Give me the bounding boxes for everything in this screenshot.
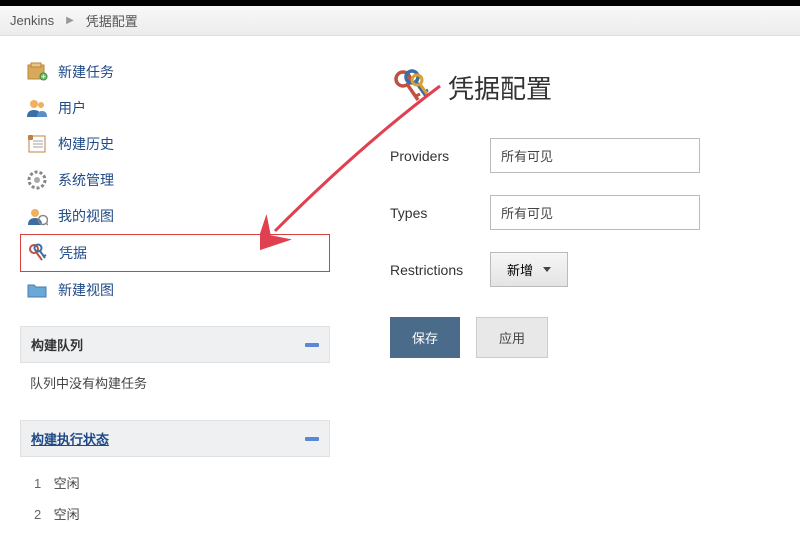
gear-icon [26,169,48,191]
sidebar-item-system-config[interactable]: 系统管理 [20,162,330,198]
sidebar-item-users[interactable]: 用户 [20,90,330,126]
types-row: Types 所有可见 [390,195,770,230]
collapse-icon[interactable] [305,437,319,441]
build-queue-panel-header: 构建队列 [20,326,330,363]
executor-status: 空闲 [54,507,80,522]
apply-button[interactable]: 应用 [476,317,548,358]
sidebar-item-new-view[interactable]: 新建视图 [20,272,330,308]
restrictions-add-dropdown[interactable]: 新增 [490,252,568,287]
dropdown-label: 新增 [507,260,533,279]
sidebar-item-label: 凭据 [59,243,87,263]
history-icon [26,133,48,155]
collapse-icon[interactable] [305,343,319,347]
save-button[interactable]: 保存 [390,317,460,358]
providers-label: Providers [390,148,490,164]
sidebar-item-label: 新建任务 [58,62,114,82]
executors-body: 1 空闲 2 空闲 [20,457,330,539]
breadcrumb-root[interactable]: Jenkins [10,13,54,28]
users-icon [26,97,48,119]
executor-num: 2 [34,507,50,522]
sidebar-item-label: 系统管理 [58,170,114,190]
sidebar-item-build-history[interactable]: 构建历史 [20,126,330,162]
sidebar-item-label: 用户 [58,98,86,118]
executor-status: 空闲 [54,476,80,491]
sidebar-item-my-view[interactable]: 我的视图 [20,198,330,234]
sidebar-item-label: 构建历史 [58,134,114,154]
breadcrumb-current[interactable]: 凭据配置 [86,11,138,30]
page-title: 凭据配置 [448,69,552,106]
types-field[interactable]: 所有可见 [490,195,700,230]
main-content: 凭据配置 Providers 所有可见 Types 所有可见 Restricti… [340,36,800,549]
breadcrumb: Jenkins ▶ 凭据配置 [0,6,800,36]
page-title-row: 凭据配置 [390,66,770,108]
sidebar-item-label: 新建视图 [58,280,114,300]
providers-row: Providers 所有可见 [390,138,770,173]
folder-plus-icon [26,279,48,301]
executor-num: 1 [34,476,50,491]
restrictions-label: Restrictions [390,262,490,278]
keys-large-icon [390,66,432,108]
button-row: 保存 应用 [390,317,770,358]
sidebar-item-new-job[interactable]: + 新建任务 [20,54,330,90]
svg-text:+: + [41,72,46,81]
providers-field[interactable]: 所有可见 [490,138,700,173]
executors-title[interactable]: 构建执行状态 [31,432,109,447]
sidebar-item-label: 我的视图 [58,206,114,226]
keys-icon [27,242,49,264]
executor-item: 1 空闲 [30,467,320,498]
build-queue-title: 构建队列 [31,335,83,354]
types-label: Types [390,205,490,221]
new-job-icon: + [26,61,48,83]
my-view-icon [26,205,48,227]
executors-panel-header: 构建执行状态 [20,420,330,457]
build-queue-empty: 队列中没有构建任务 [30,373,320,392]
breadcrumb-separator-icon: ▶ [66,15,74,26]
restrictions-row: Restrictions 新增 [390,252,770,287]
build-queue-body: 队列中没有构建任务 [20,363,330,402]
sidebar-item-credentials[interactable]: 凭据 [20,234,330,272]
sidebar: + 新建任务 用户 构建历史 系统管理 我的视图 [0,36,340,549]
chevron-down-icon [543,267,551,272]
executor-item: 2 空闲 [30,498,320,529]
